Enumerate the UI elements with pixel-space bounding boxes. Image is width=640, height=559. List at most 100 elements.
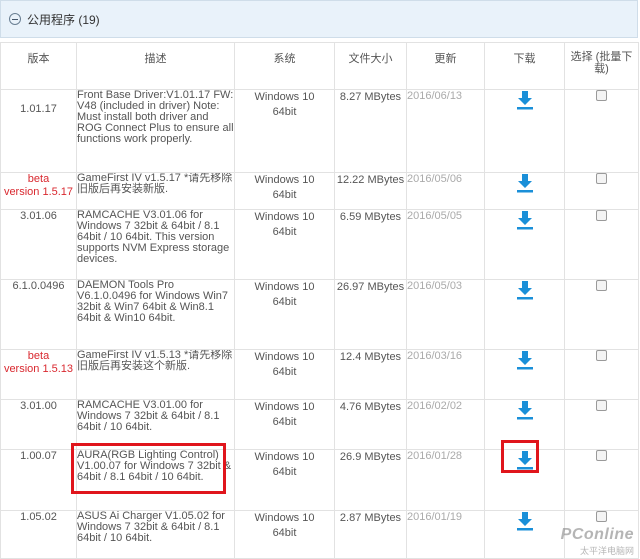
download-cell: [484, 89, 565, 173]
table-row: beta version 1.5.13 GameFirst IV v1.5.13 …: [0, 349, 639, 400]
date-cell: 2016/01/28: [406, 449, 485, 511]
column-header-updated: 更新: [406, 42, 485, 90]
select-checkbox[interactable]: [596, 350, 607, 361]
download-icon[interactable]: [516, 350, 534, 370]
system-arch: 64bit: [272, 226, 297, 238]
section-title: 公用程序 (19): [27, 12, 100, 27]
version-cell: beta version 1.5.13: [0, 349, 77, 400]
description-text: GameFirst IV v1.5.17 *请先移除旧版后再安装新版.: [77, 172, 233, 195]
download-cell: [484, 172, 565, 210]
system-cell: Windows 10 64bit: [234, 279, 335, 350]
size-cell: 2.87 MBytes: [334, 510, 407, 559]
download-icon[interactable]: [516, 173, 534, 193]
select-checkbox[interactable]: [596, 280, 607, 291]
system-arch: 64bit: [272, 106, 297, 118]
system-cell: Windows 10 64bit: [234, 510, 335, 559]
date-cell: 2016/03/16: [406, 349, 485, 400]
section-header[interactable]: 公用程序 (19): [0, 0, 638, 38]
system-os: Windows 10: [254, 174, 315, 186]
select-checkbox[interactable]: [596, 173, 607, 184]
version-cell: 3.01.00: [0, 399, 77, 450]
system-os: Windows 10: [254, 351, 315, 363]
column-header-version: 版本: [0, 42, 77, 90]
select-cell: [564, 89, 639, 173]
description-text: GameFirst IV v1.5.13 *请先移除旧版后再安装这个新版.: [77, 349, 233, 372]
version-number: 3.01.00: [20, 400, 57, 412]
date-cell: 2016/05/05: [406, 209, 485, 280]
size-cell: 12.22 MBytes: [334, 172, 407, 210]
version-cell: 3.01.06: [0, 209, 77, 280]
version-cell: beta version 1.5.17: [0, 172, 77, 210]
select-checkbox[interactable]: [596, 400, 607, 411]
description-text: Front Base Driver:V1.01.17 FW: V48 (incl…: [77, 89, 234, 145]
table-row: 6.1.0.0496 DAEMON Tools Pro V6.1.0.0496 …: [0, 279, 639, 350]
system-arch: 64bit: [272, 416, 297, 428]
version-cell: 1.05.02: [0, 510, 77, 559]
version-cell: 1.01.17: [0, 89, 77, 173]
download-icon[interactable]: [516, 210, 534, 230]
date-cell: 2016/02/02: [406, 399, 485, 450]
system-arch: 64bit: [272, 466, 297, 478]
version-number: 3.01.06: [20, 210, 57, 222]
column-header-description: 描述: [76, 42, 235, 90]
version-cell: 1.00.07: [0, 449, 77, 511]
system-cell: Windows 10 64bit: [234, 172, 335, 210]
column-header-system: 系统: [234, 42, 335, 90]
size-cell: 26.9 MBytes: [334, 449, 407, 511]
date-cell: 2016/05/06: [406, 172, 485, 210]
watermark-sub: 太平洋电脑网: [579, 546, 634, 556]
description-text: DAEMON Tools Pro V6.1.0.0496 for Windows…: [77, 279, 229, 324]
version-number: 6.1.0.0496: [12, 280, 65, 292]
version-cell: 6.1.0.0496: [0, 279, 77, 350]
select-cell: [564, 399, 639, 450]
system-os: Windows 10: [254, 512, 315, 524]
system-arch: 64bit: [272, 527, 297, 539]
version-number: 1.05.02: [20, 511, 57, 523]
collapse-minus-icon[interactable]: [9, 13, 21, 25]
size-cell: 6.59 MBytes: [334, 209, 407, 280]
table-row: 1.01.17 Front Base Driver:V1.01.17 FW: V…: [0, 89, 639, 173]
download-icon[interactable]: [516, 511, 534, 531]
description-text: ASUS Ai Charger V1.05.02 for Windows 7 3…: [77, 510, 225, 544]
system-cell: Windows 10 64bit: [234, 209, 335, 280]
select-checkbox[interactable]: [596, 90, 607, 101]
version-number: version 1.5.17: [3, 186, 74, 198]
system-os: Windows 10: [254, 211, 315, 223]
description-cell: Front Base Driver:V1.01.17 FW: V48 (incl…: [76, 89, 235, 173]
select-checkbox[interactable]: [596, 511, 607, 522]
system-cell: Windows 10 64bit: [234, 89, 335, 173]
download-cell: [484, 510, 565, 559]
description-cell: RAMCACHE V3.01.00 for Windows 7 32bit & …: [76, 399, 235, 450]
table-row: beta version 1.5.17 GameFirst IV v1.5.17 …: [0, 172, 639, 210]
date-cell: 2016/06/13: [406, 89, 485, 173]
size-cell: 12.4 MBytes: [334, 349, 407, 400]
description-cell: ASUS Ai Charger V1.05.02 for Windows 7 3…: [76, 510, 235, 559]
system-arch: 64bit: [272, 296, 297, 308]
highlight-box-aura-description: [71, 443, 226, 494]
date-cell: 2016/01/19: [406, 510, 485, 559]
download-icon[interactable]: [516, 280, 534, 300]
select-checkbox[interactable]: [596, 450, 607, 461]
description-cell: RAMCACHE V3.01.06 for Windows 7 32bit & …: [76, 209, 235, 280]
size-cell: 4.76 MBytes: [334, 399, 407, 450]
download-icon[interactable]: [516, 90, 534, 110]
system-cell: Windows 10 64bit: [234, 349, 335, 400]
download-cell: [484, 209, 565, 280]
system-cell: Windows 10 64bit: [234, 399, 335, 450]
system-cell: Windows 10 64bit: [234, 449, 335, 511]
system-os: Windows 10: [254, 451, 315, 463]
version-tag: beta: [27, 173, 50, 185]
version-number: 1.00.07: [20, 450, 57, 462]
download-cell: [484, 349, 565, 400]
description-cell: GameFirst IV v1.5.17 *请先移除旧版后再安装新版.: [76, 172, 235, 210]
system-os: Windows 10: [254, 91, 315, 103]
version-number: 1.01.17: [20, 103, 57, 115]
download-cell: [484, 279, 565, 350]
highlight-box-aura-download: [501, 440, 539, 473]
download-icon[interactable]: [516, 400, 534, 420]
select-cell: [564, 449, 639, 511]
date-cell: 2016/05/03: [406, 279, 485, 350]
select-checkbox[interactable]: [596, 210, 607, 221]
size-cell: 8.27 MBytes: [334, 89, 407, 173]
column-header-select: 选择 (批量下载): [564, 42, 639, 90]
